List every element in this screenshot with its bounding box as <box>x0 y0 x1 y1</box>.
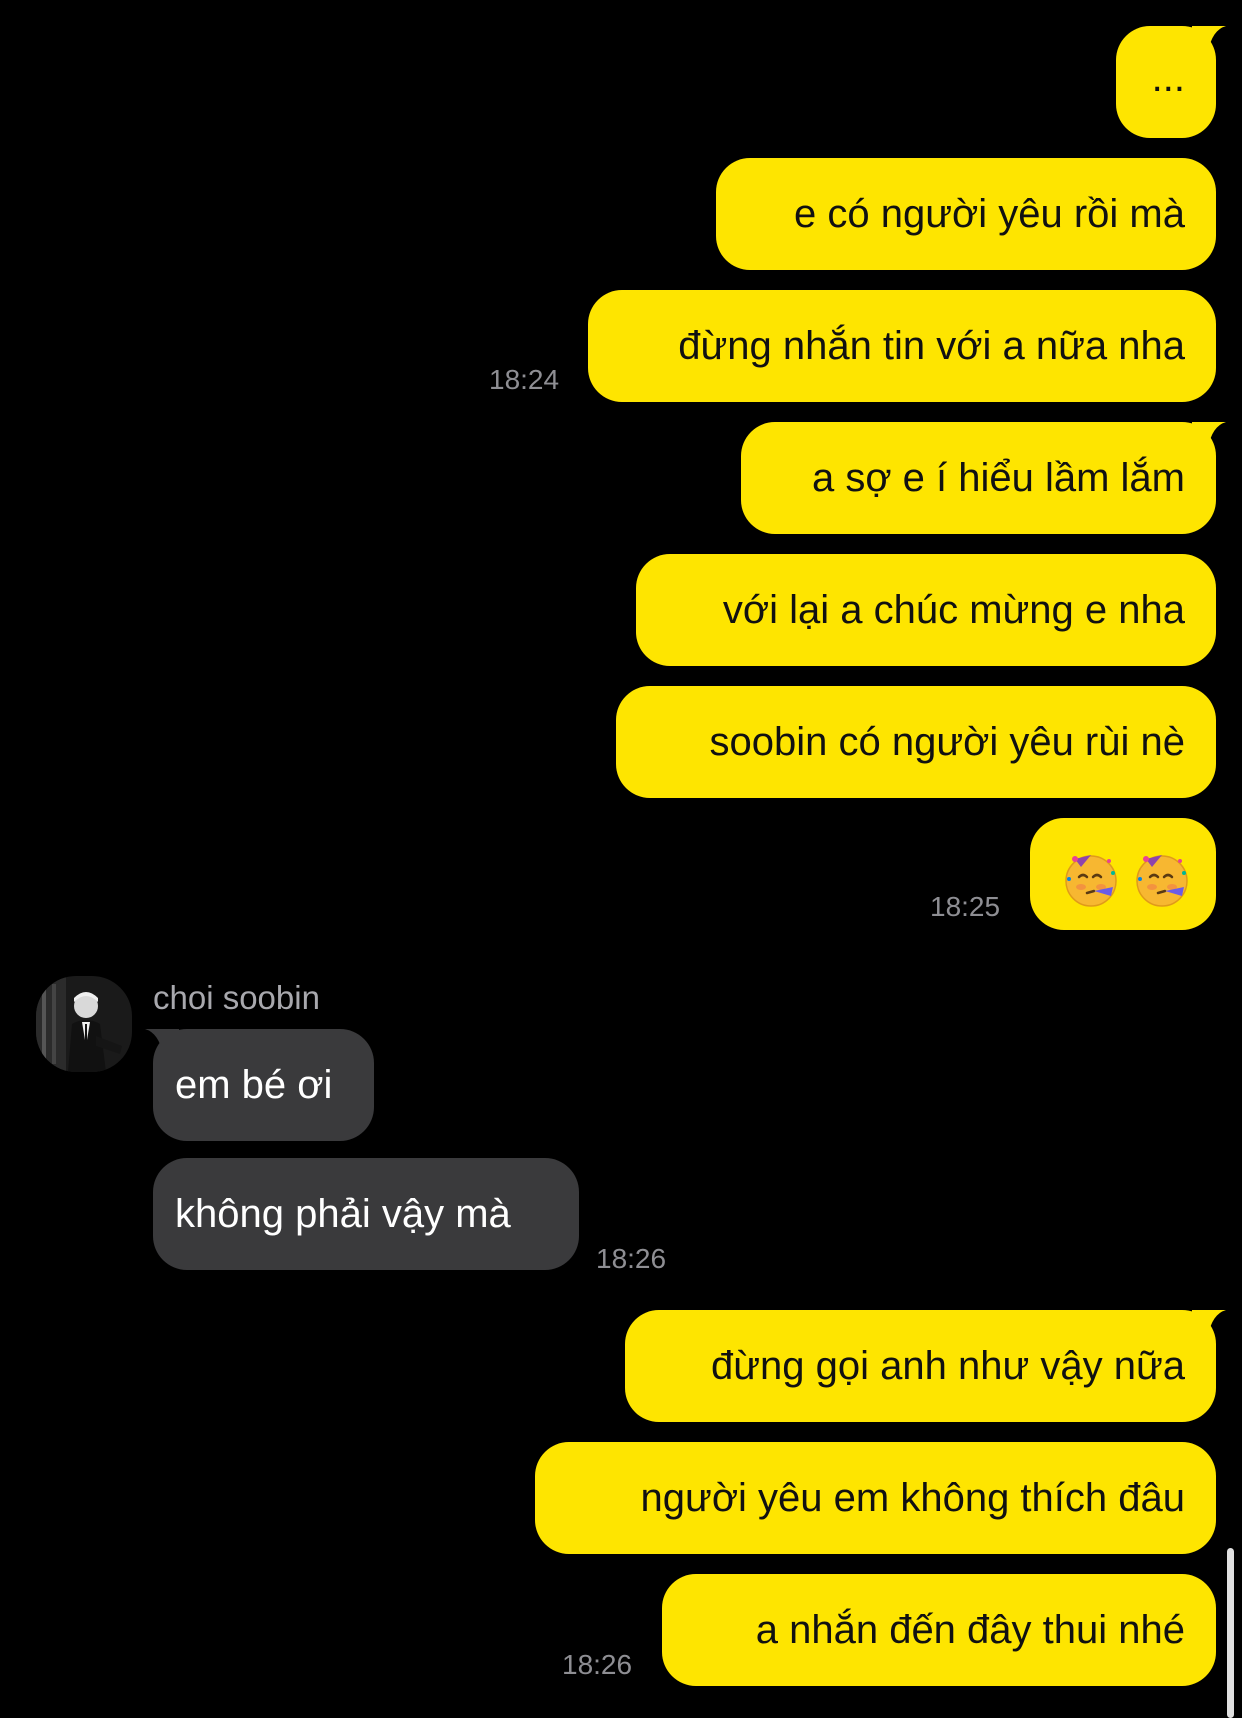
outgoing-message[interactable]: với lại a chúc mừng e nha <box>636 554 1216 666</box>
bubble-tail <box>1192 1310 1226 1336</box>
partying-face-icon <box>1132 820 1192 932</box>
outgoing-message[interactable]: e có người yêu rồi mà <box>716 158 1216 270</box>
incoming-message[interactable]: không phải vậy mà <box>153 1158 579 1270</box>
outgoing-message[interactable]: đừng gọi anh như vậy nữa <box>625 1310 1216 1422</box>
avatar[interactable] <box>36 976 132 1072</box>
message-timestamp: 18:25 <box>930 891 1001 922</box>
sender-name: choi soobin <box>153 979 320 1016</box>
outgoing-message[interactable]: đừng nhắn tin với a nữa nha <box>588 290 1216 402</box>
outgoing-message[interactable]: a nhắn đến đây thui nhé <box>662 1574 1216 1686</box>
bubble-tail <box>1192 26 1226 52</box>
outgoing-message[interactable]: soobin có người yêu rùi nè <box>616 686 1216 798</box>
partying-face-icon <box>1061 820 1121 932</box>
chat-thread[interactable]: ... e có người yêu rồi mà đừng nhắn tin … <box>0 0 1242 1718</box>
bubble-tail <box>145 1029 179 1055</box>
message-timestamp: 18:26 <box>596 1243 667 1274</box>
outgoing-emoji-message[interactable] <box>1030 818 1216 930</box>
bubble-tail <box>1192 422 1226 448</box>
incoming-message[interactable]: em bé ơi <box>153 1029 374 1141</box>
message-timestamp: 18:26 <box>562 1649 633 1680</box>
message-timestamp: 18:24 <box>489 364 560 395</box>
outgoing-message[interactable]: a sợ e í hiểu lầm lắm <box>741 422 1216 534</box>
outgoing-message[interactable]: người yêu em không thích đâu <box>535 1442 1216 1554</box>
scrollbar[interactable] <box>1227 1548 1234 1718</box>
